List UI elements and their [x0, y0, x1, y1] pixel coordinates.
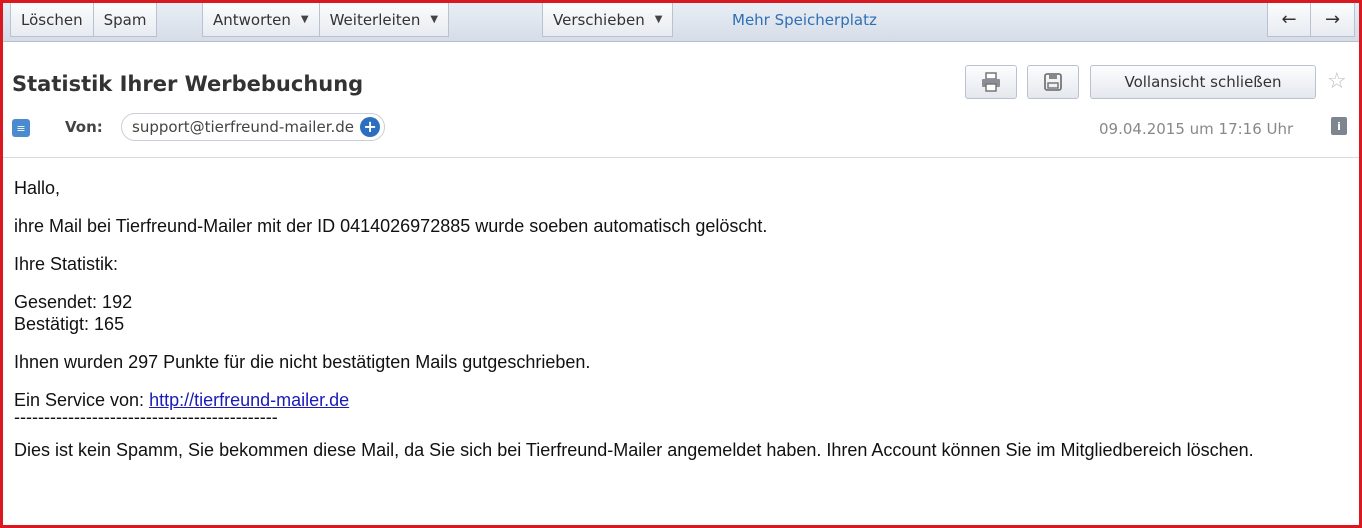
- forward-label: Weiterleiten: [329, 10, 421, 29]
- from-label: Von:: [65, 118, 103, 136]
- separator: ----------------------------------------…: [14, 407, 278, 427]
- info-icon[interactable]: i: [1331, 117, 1347, 135]
- delete-button[interactable]: Löschen: [10, 3, 94, 37]
- add-contact-icon[interactable]: +: [360, 117, 381, 137]
- move-button[interactable]: Verschieben ▼: [542, 3, 674, 37]
- arrow-left-icon[interactable]: ←: [1267, 3, 1311, 37]
- printer-icon: [982, 72, 1000, 92]
- more-storage-link[interactable]: Mehr Speicherplatz: [732, 3, 877, 37]
- toolbar-group-basic: Löschen Spam: [10, 3, 158, 39]
- toolbar-group-nav: ← →: [1267, 3, 1355, 39]
- mail-body: Hallo, ihre Mail bei Tierfreund-Mailer m…: [14, 177, 1344, 461]
- print-button[interactable]: [965, 65, 1017, 99]
- body-line: ihre Mail bei Tierfreund-Mailer mit der …: [14, 216, 768, 236]
- greeting: Hallo,: [14, 178, 61, 198]
- stat-confirmed: Bestätigt: 165: [14, 314, 125, 334]
- mail-date: 09.04.2015 um 17:16 Uhr: [1099, 120, 1294, 138]
- stat-sent: Gesendet: 192: [14, 292, 133, 312]
- reply-label: Antworten: [213, 10, 291, 29]
- footer-note: Dies ist kein Spamm, Sie bekommen diese …: [14, 440, 1254, 460]
- star-icon[interactable]: ☆: [1327, 69, 1347, 94]
- points-line: Ihnen wurden 297 Punkte für die nicht be…: [14, 352, 591, 372]
- save-button[interactable]: [1027, 65, 1079, 99]
- caret-down-icon[interactable]: ▼: [301, 14, 309, 25]
- move-label: Verschieben: [553, 10, 645, 29]
- sender-chip[interactable]: support@tierfreund-mailer.de +: [121, 113, 386, 141]
- forward-button[interactable]: Weiterleiten ▼: [319, 3, 450, 37]
- spam-button[interactable]: Spam: [93, 3, 158, 37]
- caret-down-icon[interactable]: ▼: [430, 14, 438, 25]
- mail-subject: Statistik Ihrer Werbebuchung: [12, 72, 364, 96]
- sender-address: support@tierfreund-mailer.de: [132, 118, 355, 136]
- header-divider: [3, 157, 1359, 158]
- mail-toolbar: Löschen Spam Antworten ▼ Weiterleiten ▼ …: [3, 3, 1359, 42]
- floppy-disk-icon: [1044, 73, 1062, 91]
- expand-header-icon[interactable]: ≡: [12, 119, 30, 137]
- close-full-view-button[interactable]: Vollansicht schließen: [1090, 65, 1316, 99]
- reply-button[interactable]: Antworten ▼: [202, 3, 320, 37]
- caret-down-icon[interactable]: ▼: [655, 14, 663, 25]
- arrow-right-icon[interactable]: →: [1311, 3, 1355, 37]
- stats-heading: Ihre Statistik:: [14, 254, 119, 274]
- mail-view-frame: Löschen Spam Antworten ▼ Weiterleiten ▼ …: [0, 0, 1362, 528]
- toolbar-group-reply: Antworten ▼ Weiterleiten ▼: [202, 3, 450, 39]
- toolbar-group-move: Verschieben ▼: [542, 3, 674, 39]
